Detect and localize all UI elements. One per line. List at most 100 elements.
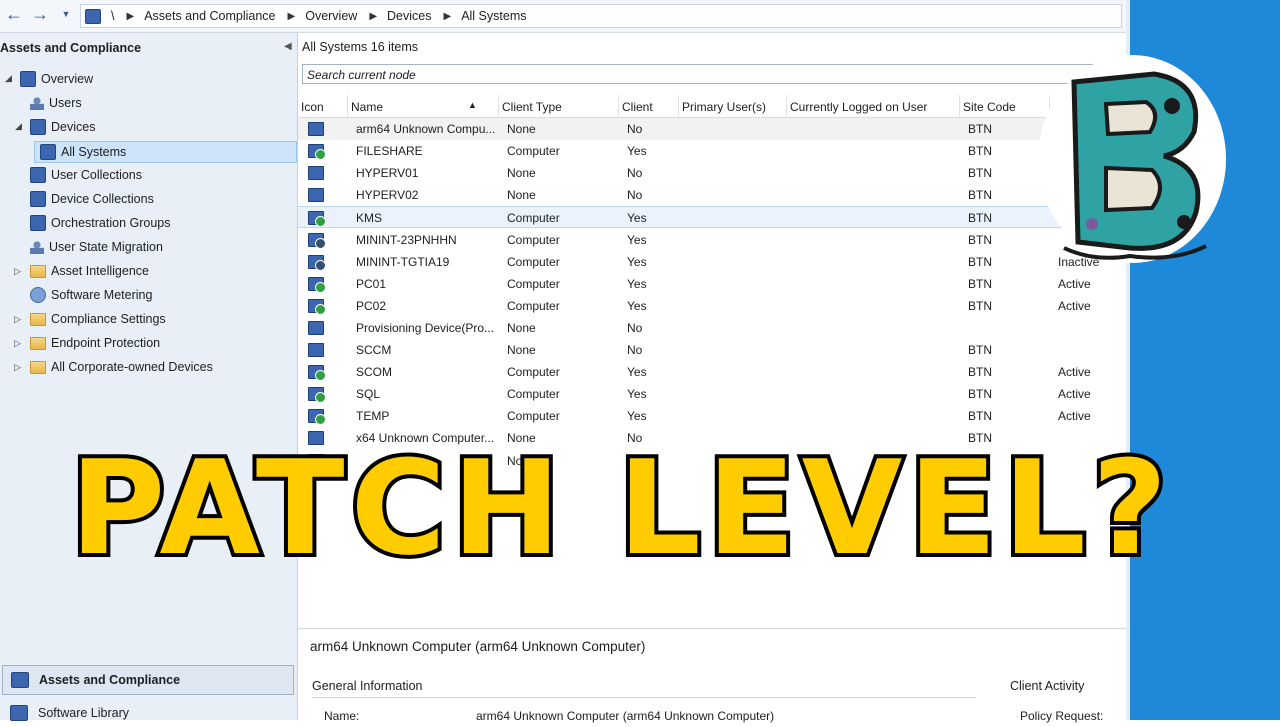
table-row[interactable]: KMS Computer Yes BTN [298, 206, 1126, 229]
cell-client-type: Computer [507, 254, 560, 269]
tree-item-label: All Systems [61, 145, 127, 159]
cell-client-type: Computer [507, 409, 560, 424]
tree-item-devices[interactable]: Devices [30, 117, 95, 137]
cell-client-activity: Active [1058, 365, 1091, 380]
tree-item-label: Compliance Settings [51, 312, 166, 326]
tree-item-device-collections[interactable]: Device Collections [30, 189, 154, 209]
table-row[interactable]: SQL Computer Yes BTN Active [298, 383, 1126, 405]
tree-item-label: User Collections [51, 168, 143, 182]
table-row[interactable]: PC01 Computer Yes BTN Active [298, 273, 1126, 295]
expand-arrow-icon[interactable]: ▷ [14, 362, 21, 373]
tree-item-overview[interactable]: Overview [20, 69, 93, 89]
results-pane: All Systems 16 items Search current node… [298, 33, 1126, 723]
tree-item-label: Endpoint Protection [51, 336, 161, 350]
breadcrumb-separator-icon[interactable]: ▶ [369, 11, 377, 22]
cell-client: No [627, 122, 643, 136]
tree-item-label: Asset Intelligence [51, 264, 149, 278]
chevron-down-icon[interactable]: ▼ [56, 4, 76, 26]
tree-item-users[interactable]: Users [30, 93, 82, 113]
table-row[interactable]: SCCM None No BTN [298, 339, 1126, 361]
breadcrumb-assets[interactable]: Assets and Compliance [144, 9, 275, 23]
breadcrumb-overview[interactable]: Overview [305, 9, 357, 23]
tree-item-label: Overview [41, 72, 94, 86]
users-icon [30, 96, 44, 110]
device-collections-icon [30, 191, 46, 207]
column-header-primary-users[interactable]: Primary User(s) [679, 95, 787, 117]
folder-icon [30, 336, 46, 350]
tree-item-orchestration-groups[interactable]: Orchestration Groups [30, 213, 171, 233]
workspace-label: Software Library [38, 706, 130, 720]
column-header-logged-on-user[interactable]: Currently Logged on User [787, 95, 960, 117]
cell-client: Yes [627, 276, 647, 291]
tree-item-endpoint-protection[interactable]: Endpoint Protection [30, 333, 160, 353]
table-row[interactable]: HYPERV02 None No BTN [298, 184, 1126, 206]
workspace-assets-and-compliance[interactable]: Assets and Compliance [2, 665, 294, 695]
tree-item-software-metering[interactable]: Software Metering [30, 285, 152, 305]
cell-client: No [627, 343, 643, 357]
cell-client-activity [1058, 317, 1126, 339]
cell-name: TEMP [356, 409, 390, 424]
breadcrumb-separator-icon[interactable]: ▶ [126, 11, 134, 22]
cell-client-activity: Active [1058, 387, 1091, 402]
folder-icon [30, 312, 46, 326]
tree-item-asset-intelligence[interactable]: Asset Intelligence [30, 261, 149, 281]
table-row[interactable]: PC02 Computer Yes BTN Active [298, 295, 1126, 317]
computer-client-ok-icon [308, 144, 326, 161]
folder-icon [30, 360, 46, 374]
breadcrumb-root[interactable]: \ [111, 9, 114, 23]
tree-item-all-systems[interactable]: All Systems [34, 141, 297, 163]
table-row[interactable]: Provisioning Device(Pro... None No [298, 317, 1126, 339]
table-row[interactable]: MININT-23PNHHN Computer Yes BTN [298, 229, 1126, 251]
column-header-client-type[interactable]: Client Type [499, 95, 619, 117]
workspace-software-library[interactable]: Software Library [2, 699, 292, 727]
breadcrumb-separator-icon[interactable]: ▶ [288, 11, 296, 22]
table-row[interactable]: FILESHARE Computer Yes BTN [298, 140, 1126, 162]
table-row[interactable]: arm64 Unknown Compu... None No BTN [298, 118, 1126, 140]
computer-icon [308, 166, 324, 181]
cell-name: arm64 Unknown Compu... [356, 122, 496, 136]
workspace-label: Assets and Compliance [39, 673, 181, 687]
cell-site-code: BTN [968, 365, 992, 380]
expand-arrow-icon[interactable]: ◢ [5, 73, 12, 84]
cell-name: HYPERV02 [356, 188, 419, 203]
tree-item-compliance-settings[interactable]: Compliance Settings [30, 309, 166, 329]
software-library-icon [10, 705, 28, 721]
cell-client: Yes [627, 409, 647, 424]
computer-icon [308, 122, 324, 136]
search-input[interactable]: Search current node [302, 64, 1124, 84]
table-row[interactable]: HYPERV01 None No BTN [298, 162, 1126, 184]
column-header-icon[interactable]: Icon [298, 95, 348, 117]
table-row[interactable]: TEMP Computer Yes BTN Active [298, 405, 1126, 427]
computer-client-ok-icon [308, 298, 326, 315]
cell-client: Yes [627, 144, 647, 159]
details-title: arm64 Unknown Computer (arm64 Unknown Co… [310, 639, 646, 654]
user-collections-icon [30, 167, 46, 183]
folder-icon [30, 264, 46, 278]
breadcrumb-all-systems[interactable]: All Systems [461, 9, 526, 23]
forward-arrow-icon[interactable]: → [30, 4, 50, 26]
breadcrumb-separator-icon[interactable]: ▶ [443, 11, 451, 22]
breadcrumb-devices[interactable]: Devices [387, 9, 431, 23]
tree-item-corporate-owned-devices[interactable]: All Corporate-owned Devices [30, 357, 213, 377]
cell-client-type: Computer [507, 232, 560, 247]
cell-client-activity: Active [1058, 298, 1091, 313]
expand-arrow-icon[interactable]: ▷ [14, 314, 21, 325]
table-row[interactable]: MININT-TGTIA19 Computer Yes BTN Inactive [298, 251, 1126, 273]
sort-ascending-icon: ▲ [468, 100, 477, 110]
collapse-pane-icon[interactable]: ◀ [284, 41, 292, 52]
cell-site-code: BTN [968, 276, 992, 291]
collection-icon [40, 144, 56, 160]
tree-item-label: All Corporate-owned Devices [51, 360, 213, 374]
expand-arrow-icon[interactable]: ▷ [14, 266, 21, 277]
table-row[interactable]: SCOM Computer Yes BTN Active [298, 361, 1126, 383]
cell-name: FILESHARE [356, 144, 423, 159]
expand-arrow-icon[interactable]: ◢ [15, 121, 22, 132]
column-header-name[interactable]: Name ▲ [348, 95, 499, 117]
tree-item-user-state-migration[interactable]: User State Migration [30, 237, 163, 257]
back-arrow-icon[interactable]: ← [4, 4, 24, 26]
expand-arrow-icon[interactable]: ▷ [14, 338, 21, 349]
tree-item-label: Device Collections [51, 192, 154, 206]
tree-item-user-collections[interactable]: User Collections [30, 165, 142, 185]
column-header-client[interactable]: Client [619, 95, 679, 117]
cell-client-type: Computer [507, 144, 560, 159]
